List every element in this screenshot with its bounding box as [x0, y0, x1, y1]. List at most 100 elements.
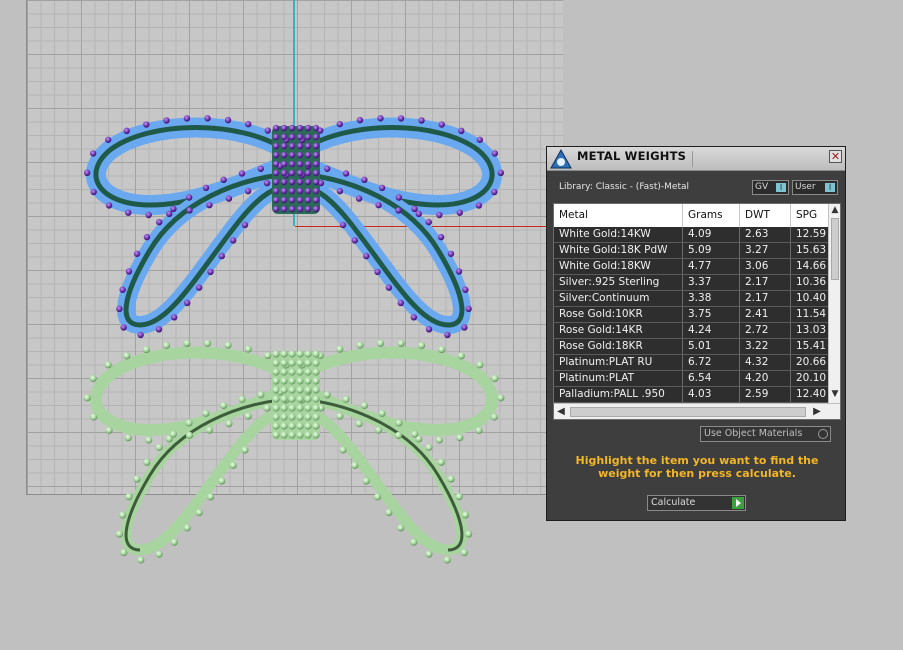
table-row[interactable]: Platinum:PLAT 6.54 4.20 20.10	[554, 371, 828, 387]
bead-dot	[491, 374, 499, 383]
bead-dot	[124, 434, 132, 442]
scroll-right-icon[interactable]: ▶	[810, 405, 824, 419]
prong-dot	[137, 331, 144, 339]
cell-dwt: 2.17	[740, 291, 791, 306]
play-arrow-icon[interactable]	[732, 497, 744, 509]
column-header-dwt[interactable]: DWT	[740, 204, 791, 227]
table-row[interactable]: Silver:.925 Sterling 3.37 2.17 10.36	[554, 275, 828, 291]
bead-dot	[220, 401, 228, 410]
cell-dwt: 4.20	[740, 371, 791, 386]
cell-dwt: 3.27	[740, 243, 791, 258]
prong-dot	[186, 207, 193, 214]
prong-dot	[206, 201, 213, 209]
scroll-left-icon[interactable]: ◀	[554, 405, 568, 419]
column-header-metal[interactable]: Metal	[554, 204, 683, 227]
prong-dot	[280, 178, 288, 186]
cell-spg: 10.36	[791, 275, 828, 290]
table-row[interactable]: Palladium:PALL .950 4.03 2.59 12.40	[554, 387, 828, 403]
calculate-button[interactable]: Calculate	[647, 495, 746, 511]
bead-dot	[288, 422, 296, 430]
user-toggle-label: User	[795, 182, 816, 192]
bead-dot	[296, 431, 304, 439]
vertical-scrollbar[interactable]: ▲ ▼	[828, 204, 840, 403]
bead-dot	[304, 368, 312, 376]
prong-dot	[415, 210, 422, 218]
prong-dot	[455, 268, 463, 275]
bead-dot	[89, 374, 97, 383]
bead-dot	[118, 511, 127, 519]
table-row[interactable]: Silver:Continuum 3.38 2.17 10.40	[554, 291, 828, 307]
bow-plain[interactable]	[83, 339, 505, 564]
bead-dot	[206, 493, 215, 501]
cell-metal: Silver:.925 Sterling	[554, 275, 683, 290]
bead-dot	[296, 386, 304, 394]
prong-dot	[339, 221, 347, 229]
use-object-materials-toggle[interactable]: Use Object Materials	[700, 426, 831, 442]
bead-dot	[296, 413, 304, 421]
prong-dot	[204, 115, 211, 122]
prong-dot	[436, 211, 443, 219]
prong-dot	[83, 169, 91, 177]
table-row[interactable]: Platinum:PLAT RU 6.72 4.32 20.66	[554, 355, 828, 371]
title-drag-grip[interactable]	[692, 151, 818, 167]
cell-spg: 13.03	[791, 323, 828, 338]
bead-dot	[465, 530, 473, 538]
bead-dot	[304, 404, 312, 412]
cell-dwt: 2.17	[740, 275, 791, 290]
table-row[interactable]: White Gold:18K PdW 5.09 3.27 15.63	[554, 243, 828, 259]
user-toggle[interactable]: User I	[792, 180, 838, 195]
bead-dot	[336, 345, 344, 353]
bead-dot	[202, 409, 210, 417]
bead-dot	[272, 422, 280, 430]
prong-dot	[296, 178, 304, 186]
table-row[interactable]: White Gold:18KW 4.77 3.06 14.66	[554, 259, 828, 275]
hint-text: Highlight the item you want to find the …	[575, 454, 819, 480]
prong-dot	[156, 218, 163, 226]
toggle-knob-icon: I	[776, 183, 786, 192]
bead-dot	[457, 352, 465, 360]
cell-metal: Silver:Continuum	[554, 291, 683, 306]
table-row[interactable]: Rose Gold:18KR 5.01 3.22 15.41	[554, 339, 828, 355]
bead-dot	[376, 339, 385, 347]
table-row[interactable]: Rose Gold:10KR 3.75 2.41 11.54	[554, 307, 828, 323]
panel-titlebar[interactable]: METAL WEIGHTS ✕	[547, 147, 845, 171]
gv-toggle[interactable]: GV I	[752, 180, 789, 195]
prong-dot	[288, 169, 296, 177]
bead-dot	[125, 493, 133, 501]
prong-dot	[296, 142, 304, 150]
prong-dot	[244, 187, 252, 195]
bead-dot	[105, 426, 113, 435]
prong-dot	[263, 179, 271, 187]
bead-dot	[296, 377, 304, 385]
prong-dot	[491, 150, 499, 157]
scroll-down-icon[interactable]: ▼	[829, 388, 840, 400]
bead-dot	[456, 434, 464, 442]
table-row[interactable]: Rose Gold:14KR 4.24 2.72 13.03	[554, 323, 828, 339]
bead-dot	[397, 339, 405, 347]
close-button[interactable]: ✕	[829, 150, 842, 163]
column-header-grams[interactable]: Grams	[683, 204, 740, 227]
prong-dot	[324, 165, 331, 172]
bead-dot	[272, 404, 280, 412]
prong-dot	[183, 115, 191, 122]
prong-dot	[166, 210, 173, 218]
bead-dot	[244, 412, 252, 420]
bead-dot	[142, 345, 150, 354]
prong-dot	[288, 205, 296, 213]
horizontal-scroll-thumb[interactable]	[570, 407, 806, 417]
horizontal-scrollbar[interactable]: ◀ ▶	[554, 403, 840, 419]
prong-dot	[397, 115, 405, 122]
bow-rendered[interactable]	[83, 115, 505, 339]
scroll-up-icon[interactable]: ▲	[829, 204, 840, 216]
vertical-scroll-thumb[interactable]	[831, 218, 839, 280]
table-row[interactable]: White Gold:14KW 4.09 2.63 12.59	[554, 227, 828, 243]
bead-dot	[443, 556, 451, 564]
prong-dot	[355, 195, 363, 202]
prong-dot	[312, 160, 320, 168]
prong-dot	[224, 116, 232, 124]
prong-dot	[280, 133, 288, 141]
bead-dot	[280, 368, 288, 376]
prong-dot	[312, 178, 320, 186]
prong-dot	[312, 205, 320, 213]
cell-grams: 3.37	[683, 275, 740, 290]
